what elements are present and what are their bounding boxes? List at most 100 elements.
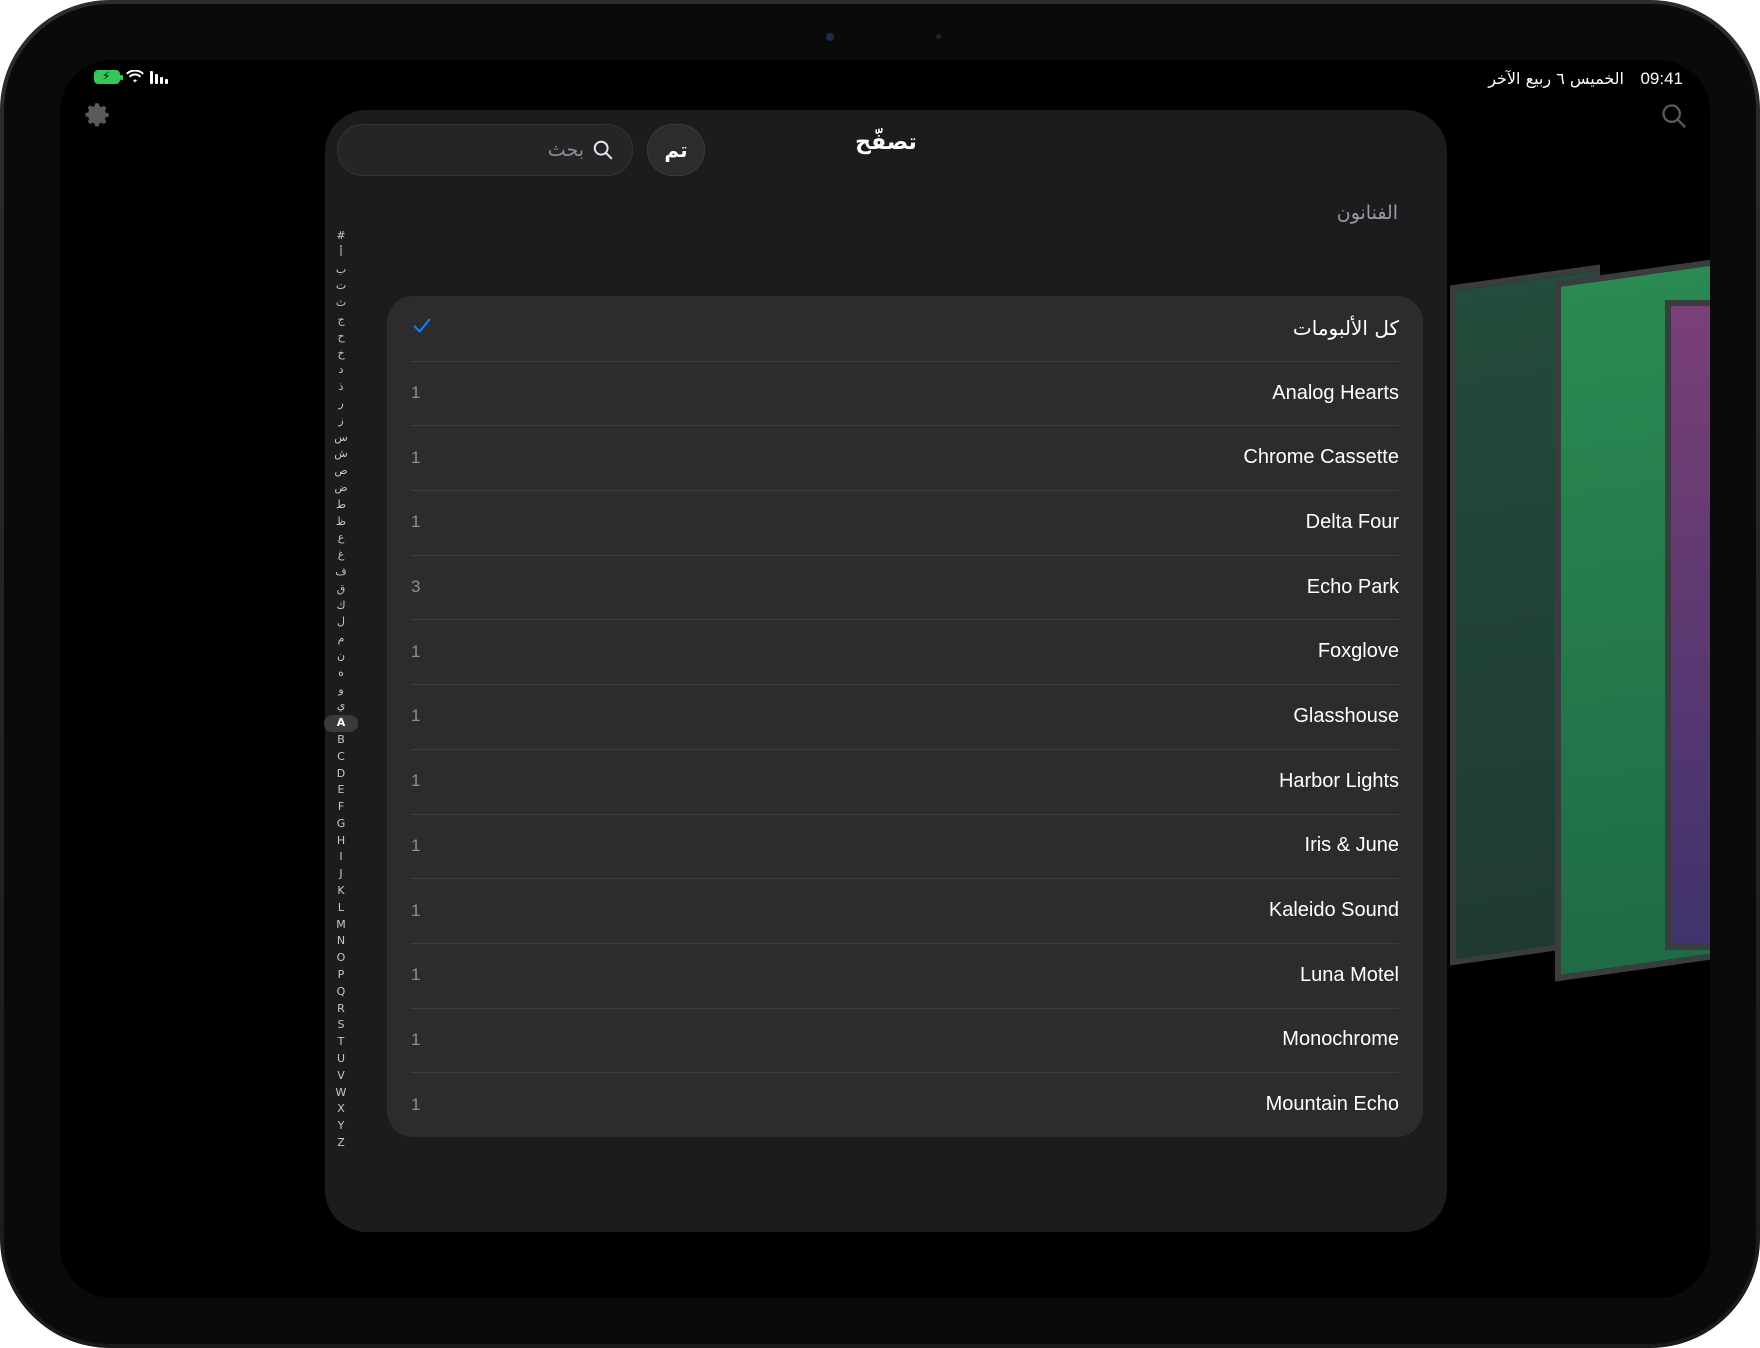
artist-row[interactable]: 3 Echo Park <box>387 554 1423 620</box>
index-letter[interactable]: X <box>329 1101 353 1118</box>
artist-row[interactable]: 1 Analog Hearts <box>387 360 1423 426</box>
artist-name: Delta Four <box>1305 510 1399 533</box>
index-letter[interactable]: E <box>329 782 353 799</box>
album-count: 1 <box>411 965 421 985</box>
index-letter[interactable]: ب <box>329 262 353 279</box>
album-count: 1 <box>411 512 421 532</box>
index-letter[interactable]: I <box>329 849 353 866</box>
index-letter[interactable]: P <box>329 967 353 984</box>
artist-name: Glasshouse <box>1293 704 1399 727</box>
index-letter[interactable]: ل <box>329 614 353 631</box>
wifi-icon <box>126 70 144 83</box>
index-letter[interactable]: M <box>329 917 353 934</box>
index-letter[interactable]: ض <box>329 480 353 497</box>
album-count: 1 <box>411 641 421 661</box>
artist-row[interactable]: 1 Harbor Lights <box>387 748 1423 814</box>
index-letter[interactable]: ص <box>329 463 353 480</box>
index-letter[interactable]: ه <box>329 665 353 682</box>
index-letter[interactable]: # <box>329 228 353 245</box>
album-count: 1 <box>411 771 421 791</box>
index-letter[interactable]: A <box>324 715 358 732</box>
index-letter[interactable]: T <box>329 1034 353 1051</box>
index-letter[interactable]: ط <box>329 497 353 514</box>
artist-name: Foxglove <box>1317 640 1399 663</box>
index-letter[interactable]: ج <box>329 312 353 329</box>
gear-icon[interactable] <box>82 100 112 130</box>
screen: ⚡ الخميس ٦ ربيع الآخر 09:41 بحث تم تصفّح… <box>60 60 1710 1298</box>
index-letter[interactable]: ز <box>329 413 353 430</box>
artist-row[interactable]: 1 Luna Motel <box>387 942 1423 1008</box>
index-letter[interactable]: ر <box>329 396 353 413</box>
index-letter[interactable]: U <box>329 1051 353 1068</box>
album-count: 3 <box>411 577 421 597</box>
index-letter[interactable]: و <box>329 682 353 699</box>
index-letter[interactable]: ح <box>329 329 353 346</box>
artist-row[interactable]: 1 Chrome Cassette <box>387 425 1423 490</box>
index-letter[interactable]: B <box>329 732 353 749</box>
cellular-signal-icon <box>150 70 168 84</box>
sheet-title: تصفّح <box>855 130 917 155</box>
index-letter[interactable]: Z <box>329 1135 353 1152</box>
status-time: 09:41 <box>1640 69 1683 88</box>
index-letter[interactable]: L <box>329 900 353 917</box>
browse-sheet: ب حث ت م تصفّح الفنانون # أ ب ت ث ج ح خ د ذ ر ز س ش ص ض ط ظ… <box>324 110 1447 1232</box>
artist-name: Iris & June <box>1304 834 1399 857</box>
index-letter[interactable]: ع <box>329 530 353 547</box>
artist-row[interactable]: كل الألبومات <box>387 296 1423 361</box>
index-letter[interactable]: N <box>329 933 353 950</box>
search-icon[interactable] <box>1660 102 1688 130</box>
index-letter[interactable]: ن <box>329 648 353 665</box>
index-letter[interactable]: J <box>329 866 353 883</box>
index-letter[interactable]: ذ <box>329 379 353 396</box>
album-count: 1 <box>411 383 421 403</box>
artist-row[interactable]: 1 Foxglove <box>387 619 1423 684</box>
index-letter[interactable]: خ <box>329 346 353 363</box>
index-letter[interactable]: أ <box>329 245 353 262</box>
index-letter[interactable]: H <box>329 833 353 850</box>
index-letter[interactable]: ف <box>329 564 353 581</box>
artist-name: Mountain Echo <box>1265 1093 1399 1116</box>
artist-row[interactable]: 1 Mountain Echo <box>387 1072 1423 1137</box>
section-index[interactable]: # أ ب ت ث ج ح خ د ذ ر ز س ش ص ض ط ظ ع غ ف ق ك ل م ن ه و ي A B C D E F G H I J K… <box>324 228 358 1152</box>
index-letter[interactable]: R <box>329 1001 353 1018</box>
index-letter[interactable]: م <box>329 631 353 648</box>
index-letter[interactable]: Y <box>329 1118 353 1135</box>
index-letter[interactable]: O <box>329 950 353 967</box>
battery-icon: ⚡ <box>94 69 123 84</box>
checkmark-icon <box>411 315 433 341</box>
index-letter[interactable]: W <box>329 1085 353 1102</box>
ipad-bezel: ⚡ الخميس ٦ ربيع الآخر 09:41 بحث تم تصفّح… <box>4 4 1756 1344</box>
album-count: 1 <box>411 835 421 855</box>
album-cover <box>1665 300 1710 950</box>
index-letter[interactable]: غ <box>329 547 353 564</box>
index-letter[interactable]: K <box>329 883 353 900</box>
ambient-sensor <box>936 34 941 39</box>
index-letter[interactable]: س <box>329 430 353 447</box>
index-letter[interactable]: D <box>329 766 353 783</box>
index-letter[interactable]: ي <box>329 698 353 715</box>
index-letter[interactable]: G <box>329 816 353 833</box>
section-header: الفنانون <box>1336 202 1398 224</box>
artist-row[interactable]: 1 Glasshouse <box>387 684 1423 749</box>
artist-name: Harbor Lights <box>1278 769 1399 792</box>
index-letter[interactable]: C <box>329 749 353 766</box>
index-letter[interactable]: S <box>329 1017 353 1034</box>
index-letter[interactable]: ت <box>329 278 353 295</box>
index-letter[interactable]: V <box>329 1068 353 1085</box>
index-letter[interactable]: ك <box>329 598 353 615</box>
artist-row[interactable]: 1 Iris & June <box>387 813 1423 879</box>
index-letter[interactable]: F <box>329 799 353 816</box>
index-letter[interactable]: د <box>329 362 353 379</box>
index-letter[interactable]: ق <box>329 581 353 598</box>
artist-name: Monochrome <box>1282 1028 1399 1051</box>
front-camera <box>826 33 834 41</box>
index-letter[interactable]: ش <box>329 446 353 463</box>
album-count: 1 <box>411 447 421 467</box>
artist-row[interactable]: 1 Kaleido Sound <box>387 878 1423 943</box>
index-letter[interactable]: Q <box>329 984 353 1001</box>
artist-row[interactable]: 1 Delta Four <box>387 490 1423 555</box>
index-letter[interactable]: ث <box>329 295 353 312</box>
artist-row[interactable]: 1 Monochrome <box>387 1007 1423 1073</box>
artist-name: Luna Motel <box>1300 963 1399 986</box>
index-letter[interactable]: ظ <box>329 514 353 531</box>
